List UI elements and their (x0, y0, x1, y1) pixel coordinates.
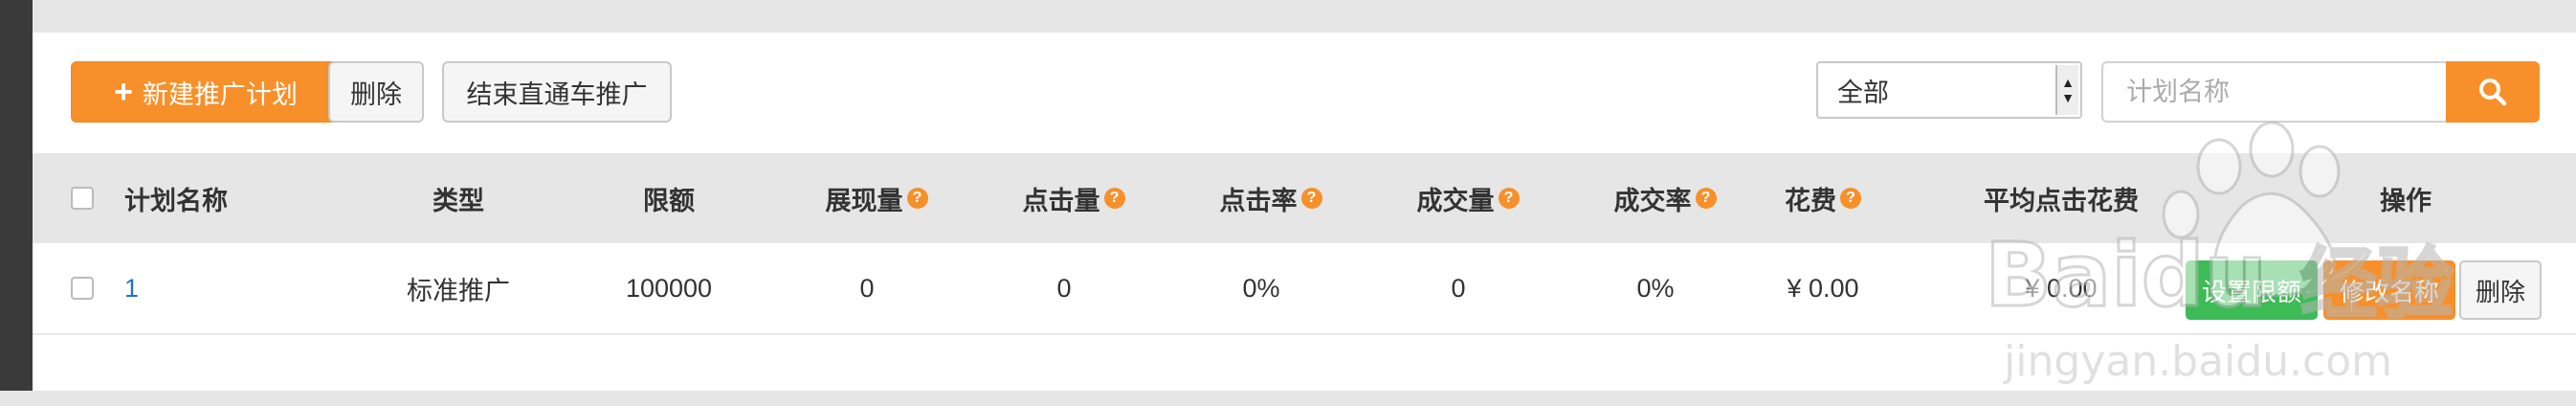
table-header: 计划名称 类型 限额 展现量? 点击量? 点击率? 成交量? 成交率? 花费? … (33, 153, 2576, 243)
header-actions: 操作 (2380, 186, 2432, 215)
header-deals: 成交量? (1372, 153, 1564, 243)
header-clicks: 点击量? (978, 153, 1169, 243)
header-impressions: 展现量? (781, 153, 972, 243)
cell-deal-rate: 0% (1636, 273, 1675, 303)
new-plan-button[interactable]: + 新建推广计划 (71, 61, 341, 123)
header-cost: 花费? (1751, 153, 1895, 243)
table-row: 1 标准推广 100000 0 0 0% 0 0% ¥ 0.00 ¥ 0.00 … (33, 243, 2576, 335)
select-arrow-icon: ▲ ▼ (2055, 65, 2078, 115)
header-plan-name: 计划名称 (124, 186, 228, 215)
cell-deals: 0 (1451, 273, 1466, 303)
header-deal-rate: 成交率? (1569, 153, 1761, 243)
toolbar: + 新建推广计划 删除 结束直通车推广 全部 ▲ ▼ (33, 33, 2576, 153)
help-icon[interactable]: ? (1695, 188, 1717, 209)
top-bar (33, 0, 2576, 33)
cell-clicks: 0 (1056, 273, 1072, 303)
plan-panel: + 新建推广计划 删除 结束直通车推广 全部 ▲▼ 计划名称 类型 限额 展现量… (33, 33, 2576, 391)
filter-selected-value: 全部 (1837, 78, 1889, 107)
help-icon[interactable]: ? (1103, 188, 1125, 209)
plus-icon: + (114, 74, 133, 110)
set-limit-button[interactable]: 设置限额 (2186, 260, 2318, 320)
cell-type: 标准推广 (407, 276, 510, 305)
cell-cost: ¥ 0.00 (1787, 273, 1859, 303)
cell-ctr: 0% (1242, 273, 1280, 303)
filter-select[interactable]: 全部 ▲ ▼ (1816, 61, 2082, 119)
search-icon (2479, 79, 2507, 106)
help-icon[interactable]: ? (1840, 188, 1861, 209)
plan-name-link[interactable]: 1 (124, 243, 139, 333)
cell-avg-click-cost: ¥ 0.00 (2025, 273, 2098, 303)
search-button[interactable] (2446, 61, 2540, 123)
rename-button[interactable]: 修改名称 (2323, 260, 2455, 320)
row-delete-button[interactable]: 删除 (2459, 260, 2542, 320)
cell-impressions: 0 (859, 273, 875, 303)
select-all-checkbox[interactable] (71, 187, 94, 210)
header-ctr: 点击率? (1175, 153, 1366, 243)
header-limit: 限额 (643, 186, 695, 215)
help-icon[interactable]: ? (1498, 188, 1520, 209)
row-checkbox[interactable] (71, 277, 94, 300)
header-type: 类型 (433, 186, 484, 215)
header-avg-click-cost: 平均点击花费 (1984, 186, 2139, 215)
end-promotion-button[interactable]: 结束直通车推广 (442, 61, 672, 123)
plan-name-search-input[interactable] (2101, 61, 2446, 123)
delete-button[interactable]: 删除 (328, 61, 424, 123)
help-icon[interactable]: ? (1300, 188, 1322, 209)
left-sidebar-strip (0, 0, 33, 391)
help-icon[interactable]: ? (906, 188, 928, 209)
svg-text:jingyan.baidu.com: jingyan.baidu.com (2003, 337, 2392, 386)
new-plan-label: 新建推广计划 (142, 79, 298, 109)
cell-limit: 100000 (625, 273, 713, 303)
